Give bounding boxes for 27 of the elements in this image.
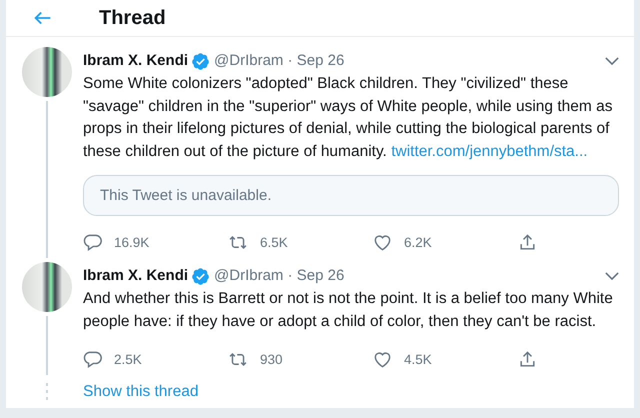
- author-name[interactable]: Ibram X. Kendi: [83, 51, 188, 72]
- like-button[interactable]: 4.5K: [373, 350, 518, 369]
- tweet-text: And whether this is Barrett or not is not the point. It is a belief too many White people have: if they have or adopt a child of color, then they can't be racist.: [83, 289, 614, 332]
- share-icon: [518, 232, 537, 252]
- more-options-button[interactable]: [605, 57, 619, 66]
- retweet-button[interactable]: 6.5K: [228, 232, 373, 252]
- share-icon: [518, 350, 537, 369]
- speech-bubble-icon: [83, 350, 102, 369]
- reply-button[interactable]: 2.5K: [83, 350, 228, 369]
- more-options-button[interactable]: [605, 272, 619, 280]
- quoted-tweet-card: This Tweet is unavailable.: [83, 175, 619, 216]
- author-name[interactable]: Ibram X. Kendi: [83, 266, 188, 286]
- reply-button[interactable]: 16.9K: [83, 232, 228, 252]
- tweet-link[interactable]: twitter.com/jennybethm/sta...: [391, 142, 588, 160]
- like-button[interactable]: 6.2K: [373, 232, 518, 252]
- show-thread-link[interactable]: Show this thread: [83, 382, 198, 401]
- handle-and-date: @DrIbram · Sep 26: [214, 266, 344, 286]
- heart-icon: [373, 232, 392, 252]
- thread-line: [46, 316, 48, 376]
- speech-bubble-icon: [83, 232, 102, 252]
- tweet-text: Some White colonizers "adopted" Black children. They "civilized" these "savage" children in the "superior" ways of White people, while using them as props in their lifelong pictures of denial, while cutting the biological parents of these children out of the picture of humanity. twitter.com/jennybethm/sta...: [83, 74, 614, 162]
- handle-and-date: @DrIbram · Sep 26: [214, 51, 344, 72]
- heart-icon: [373, 350, 392, 369]
- retweet-button[interactable]: 930: [228, 350, 373, 369]
- chevron-down-icon: [605, 57, 619, 66]
- chevron-down-icon: [605, 272, 619, 280]
- page-title: Thread: [99, 6, 166, 30]
